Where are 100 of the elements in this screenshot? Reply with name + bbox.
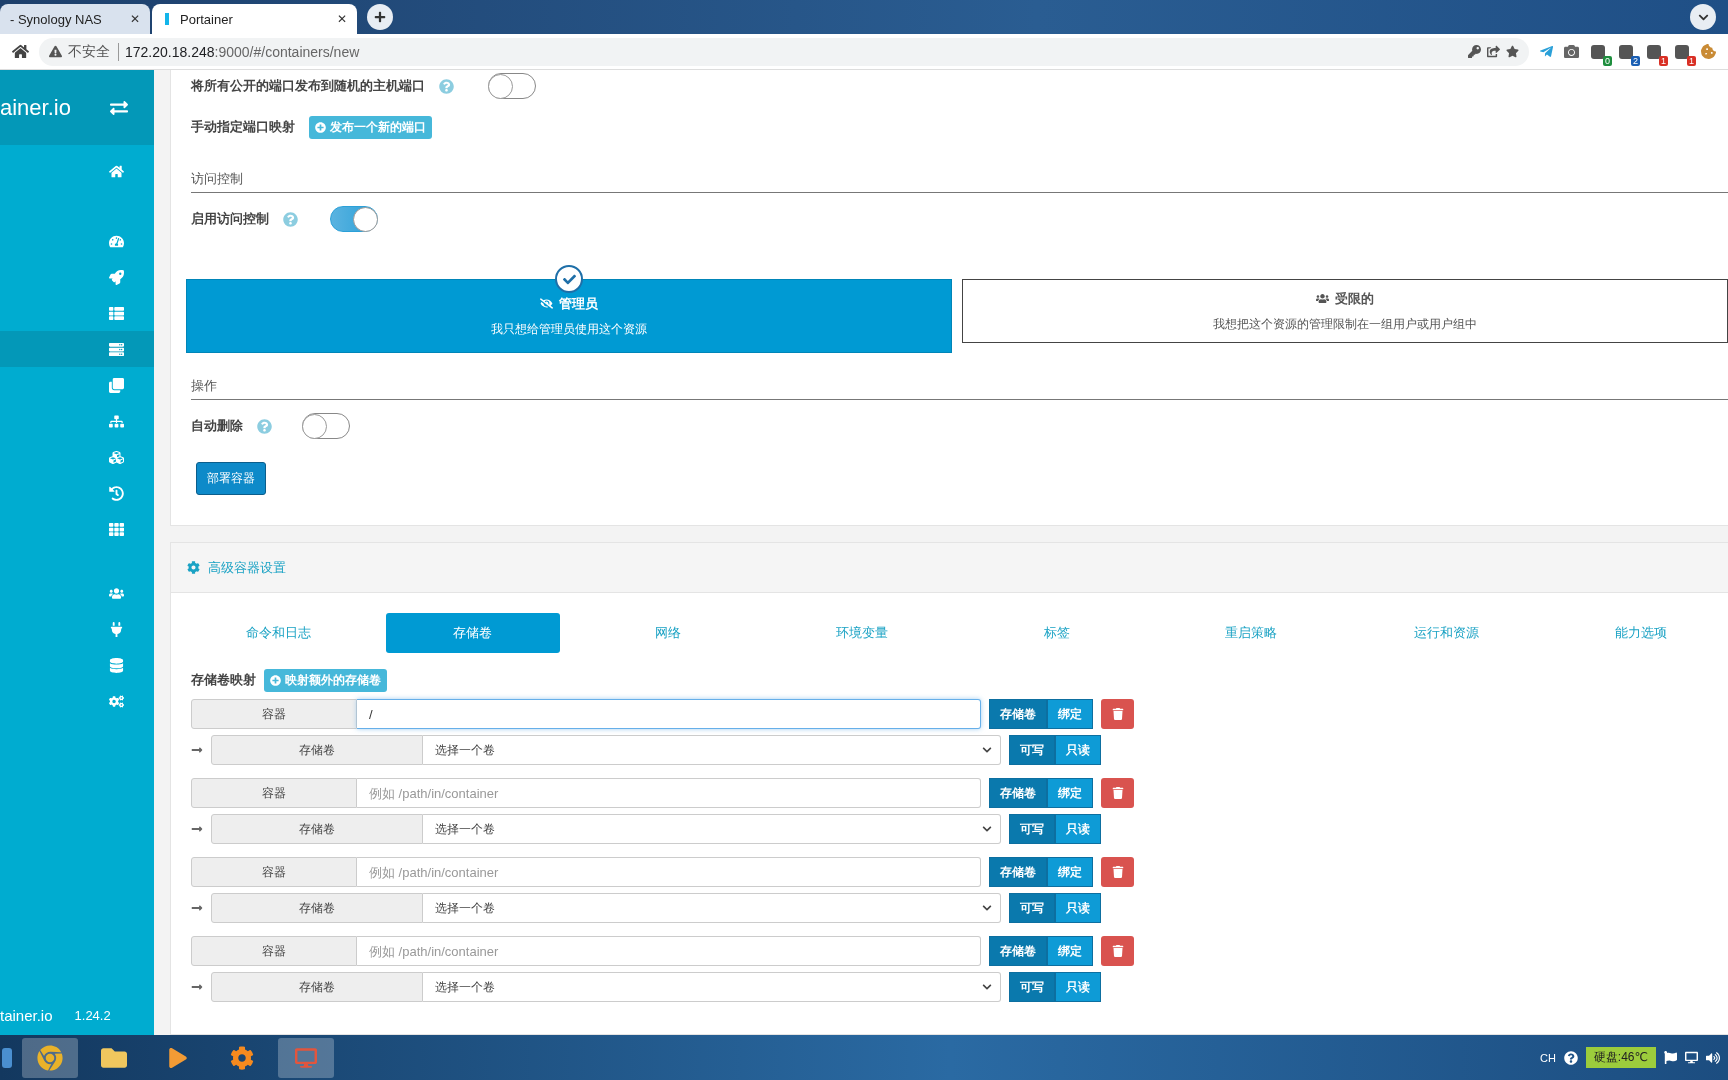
access-mode-option[interactable]: 可写 xyxy=(1009,814,1055,844)
settings-tab[interactable]: 能力选项 xyxy=(1553,613,1728,653)
plug-icon xyxy=(109,621,124,637)
volume-type-option[interactable]: 绑定 xyxy=(1047,699,1093,729)
home-icon xyxy=(109,163,124,179)
access-mode-option[interactable]: 可写 xyxy=(1009,893,1055,923)
camera-icon[interactable] xyxy=(1564,44,1579,59)
delete-button[interactable] xyxy=(1101,699,1134,729)
help-icon xyxy=(257,418,272,434)
delete-button[interactable] xyxy=(1101,778,1134,808)
help-icon xyxy=(283,211,298,227)
volume-type-option[interactable]: 存储卷 xyxy=(989,936,1047,966)
extension-icon[interactable] xyxy=(1646,43,1662,60)
delete-button[interactable] xyxy=(1101,936,1134,966)
volume-select[interactable]: 选择一个卷 xyxy=(423,893,1001,923)
settings-tab[interactable]: 网络 xyxy=(580,613,755,653)
access-mode-option[interactable]: 只读 xyxy=(1055,735,1101,765)
settings-tab[interactable]: 重启策略 xyxy=(1164,613,1339,653)
access-option[interactable]: 受限的 我想把这个资源的管理限制在一组用户或用户组中 xyxy=(962,279,1728,343)
settings-tab[interactable]: 命令和日志 xyxy=(191,613,366,653)
toggle-switch[interactable] xyxy=(302,413,350,439)
chevron-down-icon xyxy=(982,745,992,755)
access-option[interactable]: 管理员 我只想给管理员使用这个资源 xyxy=(186,279,952,353)
browser-tab[interactable]: Portainer ✕ xyxy=(152,4,357,34)
trash-icon xyxy=(1111,708,1124,720)
section-heading: 操作 xyxy=(191,378,217,393)
taskbar-button[interactable] xyxy=(278,1037,334,1078)
warning-icon xyxy=(49,45,62,58)
volume-select[interactable]: 选择一个卷 xyxy=(423,735,1001,765)
arrow-icon xyxy=(191,981,203,993)
settings-tab[interactable]: 运行和资源 xyxy=(1358,613,1534,653)
browser-icon xyxy=(37,1044,63,1071)
address-bar[interactable]: 不安全 172.20.18.248:9000/#/containers/new xyxy=(39,37,1529,66)
disk-temperature: 硬盘:46℃ xyxy=(1585,1047,1656,1068)
volume-type-option[interactable]: 绑定 xyxy=(1047,778,1093,808)
help-icon xyxy=(1563,1050,1578,1065)
taskbar-button[interactable] xyxy=(22,1037,78,1078)
access-mode-option[interactable]: 只读 xyxy=(1055,893,1101,923)
sidebar-item[interactable] xyxy=(0,331,154,367)
field-label: 自动删除 xyxy=(191,417,243,435)
container-path-field[interactable]: 例如 /path/in/container xyxy=(357,857,981,887)
trash-icon xyxy=(1111,787,1124,799)
monitor-icon xyxy=(295,1046,317,1069)
key-icon xyxy=(1468,45,1481,58)
cookie-icon[interactable] xyxy=(1701,44,1716,59)
help-icon xyxy=(439,78,454,94)
access-mode-option[interactable]: 可写 xyxy=(1009,735,1055,765)
container-path-field[interactable]: 例如 /path/in/container xyxy=(357,936,981,966)
extension-icon[interactable] xyxy=(1590,43,1606,60)
volume-type-option[interactable]: 存储卷 xyxy=(989,778,1047,808)
volume-select[interactable]: 选择一个卷 xyxy=(423,972,1001,1002)
extension-icon[interactable] xyxy=(1674,43,1690,60)
dashboard-icon xyxy=(109,233,124,249)
input-addon: 存储卷 xyxy=(211,735,423,765)
list-icon xyxy=(109,305,124,321)
input-addon: 容器 xyxy=(191,936,357,966)
volume-type-option[interactable]: 存储卷 xyxy=(989,857,1047,887)
section-heading: 访问控制 xyxy=(191,171,243,186)
close-icon[interactable]: ✕ xyxy=(129,12,140,26)
access-mode-option[interactable]: 可写 xyxy=(1009,972,1055,1002)
container-path-field[interactable]: / xyxy=(357,699,981,729)
arrow-icon xyxy=(191,744,203,756)
delete-button[interactable] xyxy=(1101,857,1134,887)
access-mode-option[interactable]: 只读 xyxy=(1055,972,1101,1002)
input-addon: 容器 xyxy=(191,778,357,808)
add-volume-button[interactable]: 映射额外的存储卷 xyxy=(264,668,387,692)
deploy-button[interactable]: 部署容器 xyxy=(196,462,266,495)
volume-type-option[interactable]: 绑定 xyxy=(1047,857,1093,887)
plus-icon xyxy=(374,11,386,23)
add-port-button[interactable]: 发布一个新的端口 xyxy=(309,115,432,139)
volume-type-option[interactable]: 绑定 xyxy=(1047,936,1093,966)
start-button[interactable] xyxy=(2,1047,12,1068)
toggle-switch[interactable] xyxy=(488,73,536,99)
flag-icon xyxy=(1664,1051,1677,1064)
input-addon: 存储卷 xyxy=(211,893,423,923)
container-path-field[interactable]: 例如 /path/in/container xyxy=(357,778,981,808)
share-icon xyxy=(1487,45,1500,58)
chevron-down-icon xyxy=(982,982,992,992)
settings-tab[interactable]: 标签 xyxy=(969,613,1145,653)
settings-tab[interactable]: 环境变量 xyxy=(774,613,950,653)
input-addon: 容器 xyxy=(191,699,357,729)
volume-icon xyxy=(1706,1050,1720,1065)
sitemap-icon xyxy=(109,413,124,429)
paper-plane-icon[interactable] xyxy=(1539,44,1554,59)
settings-tab[interactable]: 存储卷 xyxy=(385,613,561,653)
tab-search-button[interactable] xyxy=(1690,4,1716,30)
new-tab-button[interactable] xyxy=(367,4,393,30)
play-icon[interactable] xyxy=(168,1047,188,1068)
volume-select[interactable]: 选择一个卷 xyxy=(423,814,1001,844)
browser-tab[interactable]: - Synology NAS ✕ xyxy=(0,4,150,34)
home-icon[interactable] xyxy=(12,43,29,60)
volume-type-option[interactable]: 存储卷 xyxy=(989,699,1047,729)
extension-icon[interactable] xyxy=(1618,43,1634,60)
check-icon xyxy=(555,265,583,293)
close-icon[interactable]: ✕ xyxy=(336,12,347,26)
gear-icon[interactable] xyxy=(230,1045,254,1070)
history-icon xyxy=(109,485,124,501)
access-mode-option[interactable]: 只读 xyxy=(1055,814,1101,844)
swap-icon[interactable] xyxy=(110,98,128,117)
toggle-switch[interactable] xyxy=(330,206,378,232)
